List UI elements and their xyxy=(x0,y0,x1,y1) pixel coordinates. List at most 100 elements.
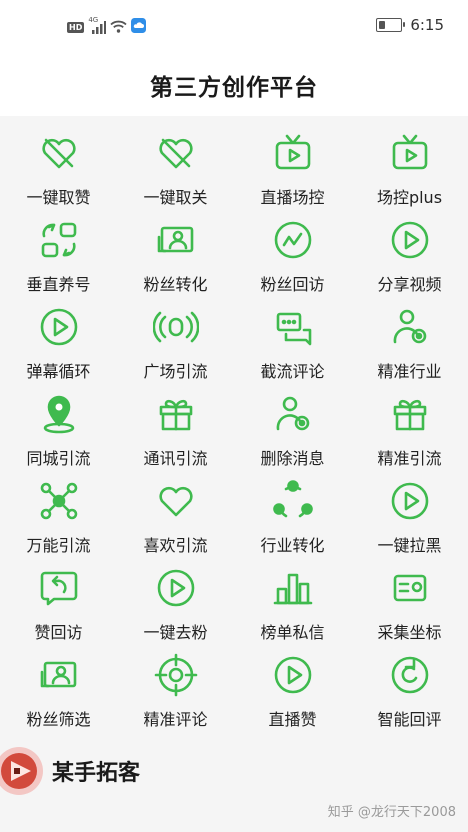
feature-tile[interactable]: 粉丝转化 xyxy=(117,211,234,298)
feature-label: 粉丝回访 xyxy=(260,275,325,294)
feature-label: 粉丝筛选 xyxy=(26,710,91,729)
gift-icon xyxy=(153,391,199,437)
play-circle-icon xyxy=(387,478,433,524)
feature-label: 直播赞 xyxy=(268,710,317,729)
feature-label: 智能回评 xyxy=(377,710,442,729)
feature-grid: 一键取赞 一键取关 直播场控 场控plus 垂直养号 粉丝转化 粉丝回访 分享视频弹幕循环 广场… xyxy=(0,124,468,733)
user-card-icon xyxy=(36,652,82,698)
feature-tile[interactable]: 赞回访 xyxy=(0,559,117,646)
play-circle-icon xyxy=(36,304,82,350)
status-right: 6:15 xyxy=(376,16,444,34)
id-card-icon xyxy=(387,565,433,611)
feature-label: 删除消息 xyxy=(260,449,325,468)
feature-tile[interactable]: 广场引流 xyxy=(117,298,234,385)
network-type: 4G xyxy=(88,16,99,24)
feature-label: 喜欢引流 xyxy=(143,536,208,555)
feature-tile[interactable]: 精准行业 xyxy=(351,298,468,385)
network-icon xyxy=(36,478,82,524)
feature-tile[interactable]: 同城引流 xyxy=(0,385,117,472)
heart-icon xyxy=(153,478,199,524)
bar-chart-icon xyxy=(270,565,316,611)
status-bar: HD 4G 6:15 xyxy=(0,0,468,54)
feature-tile[interactable]: 分享视频 xyxy=(351,211,468,298)
chat-icon xyxy=(270,304,316,350)
feature-label: 精准行业 xyxy=(377,362,442,381)
page-title: 第三方创作平台 xyxy=(150,75,318,101)
feature-label: 赞回访 xyxy=(34,623,83,642)
feature-tile[interactable]: 一键去粉 xyxy=(117,559,234,646)
feature-tile[interactable]: 一键拉黑 xyxy=(351,472,468,559)
feature-tile[interactable]: 截流评论 xyxy=(234,298,351,385)
feature-tile[interactable]: 粉丝回访 xyxy=(234,211,351,298)
feature-label: 一键拉黑 xyxy=(377,536,442,555)
hd-badge: HD xyxy=(67,22,85,33)
battery-level xyxy=(379,21,386,29)
play-circle-icon xyxy=(387,217,433,263)
feature-tile[interactable]: 榜单私信 xyxy=(234,559,351,646)
feature-tile[interactable]: 精准引流 xyxy=(351,385,468,472)
user-gear-icon xyxy=(387,304,433,350)
feature-label: 直播场控 xyxy=(260,188,325,207)
feature-label: 采集坐标 xyxy=(377,623,442,642)
feature-label: 行业转化 xyxy=(260,536,325,555)
wifi-icon xyxy=(110,18,127,37)
app-logo-icon[interactable] xyxy=(0,746,44,796)
gift-icon xyxy=(387,391,433,437)
feature-tile[interactable]: 直播赞 xyxy=(234,646,351,733)
target-icon xyxy=(153,652,199,698)
feature-label: 一键去粉 xyxy=(143,623,208,642)
feature-tile[interactable]: 行业转化 xyxy=(234,472,351,559)
feature-label: 弹幕循环 xyxy=(26,362,91,381)
feature-tile[interactable]: 一键取赞 xyxy=(0,124,117,211)
refresh-circle-icon xyxy=(387,652,433,698)
broadcast-icon xyxy=(152,304,199,350)
feature-label: 垂直养号 xyxy=(26,275,91,294)
feature-label: 榜单私信 xyxy=(260,623,325,642)
clock: 6:15 xyxy=(410,16,444,34)
user-card-icon xyxy=(153,217,199,263)
feature-label: 一键取赞 xyxy=(26,188,91,207)
feature-label: 精准引流 xyxy=(377,449,442,468)
feature-tile[interactable]: 粉丝筛选 xyxy=(0,646,117,733)
feature-tile[interactable]: 喜欢引流 xyxy=(117,472,234,559)
map-pin-icon xyxy=(36,391,82,437)
share-circle-icon xyxy=(270,478,316,524)
feature-tile[interactable]: 垂直养号 xyxy=(0,211,117,298)
tv-play-icon xyxy=(387,130,433,176)
signal-icon: 4G xyxy=(88,16,107,34)
play-circle-icon xyxy=(153,565,199,611)
feature-label: 精准评论 xyxy=(143,710,208,729)
feature-tile[interactable]: 精准评论 xyxy=(117,646,234,733)
feature-tile[interactable]: 采集坐标 xyxy=(351,559,468,646)
heart-crossed-icon xyxy=(36,130,82,176)
feature-tile[interactable]: 万能引流 xyxy=(0,472,117,559)
title-bar: 第三方创作平台 xyxy=(0,54,468,116)
feature-tile[interactable]: 弹幕循环 xyxy=(0,298,117,385)
feature-tile[interactable]: 场控plus xyxy=(351,124,468,211)
feature-label: 一键取关 xyxy=(143,188,208,207)
trend-circle-icon xyxy=(270,217,316,263)
status-left: HD 4G xyxy=(67,16,147,37)
feature-label: 通讯引流 xyxy=(143,449,208,468)
watermark: 知乎 @龙行天下2008 xyxy=(327,805,456,820)
feature-tile[interactable]: 删除消息 xyxy=(234,385,351,472)
feature-label: 万能引流 xyxy=(26,536,91,555)
feature-tile[interactable]: 通讯引流 xyxy=(117,385,234,472)
play-circle-icon xyxy=(270,652,316,698)
user-gear-icon xyxy=(270,391,316,437)
feature-label: 场控plus xyxy=(376,188,443,207)
feature-label: 粉丝转化 xyxy=(143,275,208,294)
feature-label: 分享视频 xyxy=(377,275,442,294)
feature-tile[interactable]: 直播场控 xyxy=(234,124,351,211)
feature-tile[interactable]: 一键取关 xyxy=(117,124,234,211)
app-name: 某手拓客 xyxy=(52,761,141,786)
tv-play-icon xyxy=(270,130,316,176)
feature-label: 广场引流 xyxy=(143,362,208,381)
feature-tile[interactable]: 智能回评 xyxy=(351,646,468,733)
swap-grid-icon xyxy=(36,217,82,263)
cloud-app-icon xyxy=(131,18,147,37)
footer: 某手拓客 知乎 @龙行天下2008 xyxy=(0,740,468,832)
feature-label: 截流评论 xyxy=(260,362,325,381)
heart-crossed-icon xyxy=(153,130,199,176)
battery-icon xyxy=(376,18,406,32)
